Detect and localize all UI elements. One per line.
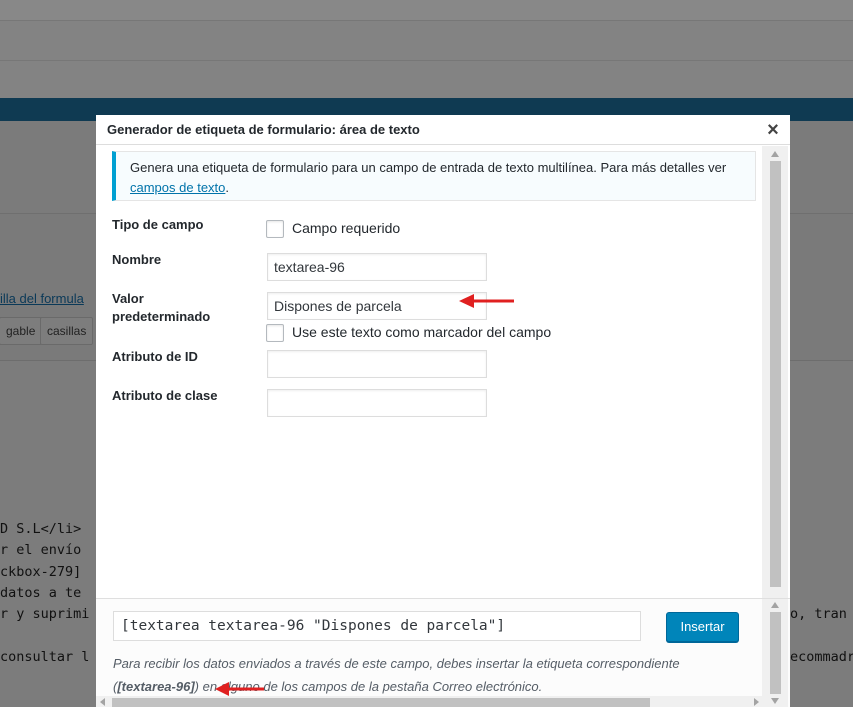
vertical-scrollbar-graphic — [770, 151, 781, 587]
insert-button[interactable]: Insertar — [666, 612, 739, 642]
default-value-label-line2: predeterminado — [112, 309, 211, 324]
class-attribute-input[interactable] — [267, 389, 487, 417]
horizontal-scrollbar-graphic — [100, 698, 759, 707]
insert-vertical-scrollbar[interactable] — [762, 599, 788, 707]
mail-tag: [textarea-96] — [117, 679, 195, 694]
class-attribute-label: Atributo de clase — [112, 388, 218, 403]
insert-description: Para recibir los datos enviados a través… — [113, 652, 753, 698]
background-code-line: D S.L</li> — [0, 521, 82, 537]
close-icon[interactable]: × — [762, 118, 784, 142]
info-notice: Genera una etiqueta de formulario para u… — [112, 151, 756, 201]
background-code-line: o, tran — [790, 606, 847, 622]
horizontal-scrollbar[interactable] — [96, 696, 762, 707]
generated-tag-field[interactable]: [textarea textarea-96 "Dispones de parce… — [113, 611, 641, 641]
tag-generator-dialog: Generador de etiqueta de formulario: áre… — [96, 115, 790, 707]
dialog-body[interactable]: Genera una etiqueta de formulario para u… — [96, 146, 790, 598]
field-type-label: Tipo de campo — [112, 217, 204, 232]
background-link: illa del formula — [0, 291, 84, 306]
name-label: Nombre — [112, 252, 162, 267]
insert-vertical-scrollbar-graphic — [770, 602, 781, 704]
background-code-line: datos a te — [0, 585, 82, 601]
id-attribute-input[interactable] — [267, 350, 487, 378]
required-checkbox-label: Campo requerido — [292, 220, 401, 236]
red-arrow-icon — [459, 294, 514, 308]
background-tag-button: casillas — [40, 317, 94, 345]
id-attribute-label: Atributo de ID — [112, 349, 198, 364]
red-arrow-icon — [215, 682, 264, 696]
required-checkbox[interactable] — [266, 220, 284, 238]
placeholder-checkbox-label: Use este texto como marcador del campo — [292, 324, 552, 340]
dialog-header: Generador de etiqueta de formulario: áre… — [96, 115, 790, 145]
background-code-line: consultar l — [0, 649, 90, 665]
default-value-input[interactable]: Dispones de parcela — [267, 292, 487, 320]
notice-text: Genera una etiqueta de formulario para u… — [130, 160, 727, 175]
dialog-title: Generador de etiqueta de formulario: áre… — [107, 122, 420, 137]
background-toolbar — [0, 20, 853, 60]
background-code-line: ecommadr — [790, 649, 853, 665]
insert-description-text: Para recibir los datos enviados a través… — [113, 656, 680, 671]
background-code-line: r el envío — [0, 542, 82, 558]
default-value-label-line1: Valor — [112, 291, 144, 306]
placeholder-checkbox[interactable] — [266, 324, 284, 342]
vertical-scrollbar[interactable] — [762, 146, 788, 598]
background-code-line: r y suprimi — [0, 606, 90, 622]
insert-box: [textarea textarea-96 "Dispones de parce… — [96, 598, 790, 707]
background-toolbar-2 — [0, 60, 853, 98]
notice-end: . — [225, 180, 230, 195]
background-code-line: ckbox-279] — [0, 564, 82, 580]
text-fields-link[interactable]: campos de texto — [130, 180, 225, 195]
name-input[interactable]: textarea-96 — [267, 253, 487, 281]
background-topbar — [0, 0, 853, 20]
background-tag-button: gable — [0, 317, 43, 345]
